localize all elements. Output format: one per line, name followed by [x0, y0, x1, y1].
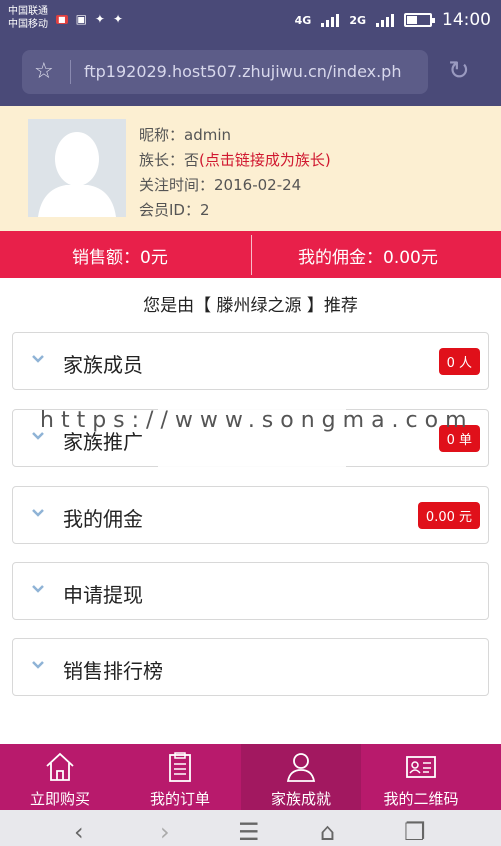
member-id: 2	[199, 201, 210, 219]
carrier-info: 中国联通 中国移动	[8, 5, 48, 31]
amount-badge: 0.00 元	[417, 502, 480, 529]
browser-toolbar: ☆ ftp192029.host507.zhujiwu.cn/index.ph …	[0, 42, 501, 106]
menu-item-sales-ranking[interactable]: 销售排行榜	[12, 638, 489, 696]
tab-label: 我的二维码	[383, 790, 459, 808]
status-bar: 中国联通 中国移动 ■ ▣ ✦ ✦ 4G 2G 14:00	[0, 0, 501, 42]
follow-label: 关注时间：	[139, 176, 215, 194]
network-2g-label: 2G	[349, 13, 366, 27]
leader-label: 族长：	[139, 151, 185, 169]
chevron-down-icon	[31, 580, 45, 594]
leader-row: 族长：否(点击链接成为族长)	[139, 148, 331, 173]
member-label: 会员ID：	[139, 201, 200, 219]
chevron-down-icon	[31, 656, 45, 670]
chevron-down-icon	[31, 350, 45, 364]
notification-icons: ■ ▣ ✦ ✦	[56, 12, 123, 26]
image-notification-icon: ▣	[75, 12, 87, 26]
tab-my-qrcode[interactable]: 我的二维码	[361, 744, 481, 810]
network-4g-label: 4G	[294, 13, 312, 27]
signal-icon	[321, 13, 340, 27]
url-text[interactable]: ftp192029.host507.zhujiwu.cn/index.ph	[84, 62, 424, 81]
address-divider	[70, 60, 71, 84]
menu-icon[interactable]: ☰	[238, 818, 260, 846]
watermark-text: https://www.songma.com	[40, 408, 474, 433]
app-notification-icon: ■	[56, 14, 68, 24]
user-icon	[286, 753, 316, 782]
stats-divider	[251, 235, 252, 275]
tab-label: 立即购买	[29, 790, 90, 808]
tab-family-achievement[interactable]: 家族成就	[241, 744, 361, 810]
browser-nav-bar: ‹ › ☰ ⌂ ❐	[0, 810, 501, 846]
signal-icon-2	[376, 13, 394, 27]
tab-my-orders[interactable]: 我的订单	[120, 744, 240, 810]
menu-item-my-commission[interactable]: 我的佣金 0.00 元	[12, 486, 489, 544]
home-nav-icon[interactable]: ⌂	[320, 818, 335, 846]
menu-label: 申请提现	[63, 583, 143, 607]
tab-label: 家族成就	[270, 790, 331, 808]
count-badge: 0 人	[438, 348, 480, 375]
tab-label: 我的订单	[149, 790, 210, 808]
bookmark-star-icon[interactable]: ☆	[34, 59, 54, 84]
menu-label: 家族成员	[63, 353, 143, 377]
carrier-2: 中国移动	[8, 19, 48, 30]
menu-label: 我的佣金	[63, 507, 143, 531]
follow-date: 2016-02-24	[214, 176, 302, 194]
back-icon[interactable]: ‹	[74, 818, 84, 846]
bird-notification-icon: ✦	[94, 12, 105, 26]
follow-row: 关注时间：2016-02-24	[139, 173, 331, 198]
reload-icon[interactable]: ↻	[448, 56, 470, 86]
forward-icon[interactable]: ›	[160, 818, 170, 846]
commission-amount: 我的佣金：0.00元	[298, 248, 438, 268]
member-row: 会员ID：2	[139, 198, 331, 223]
tab-buy-now[interactable]: 立即购买	[0, 744, 120, 810]
menu-item-withdraw[interactable]: 申请提现	[12, 562, 489, 620]
menu-item-family-members[interactable]: 家族成员 0 人	[12, 332, 489, 390]
nickname-label: 昵称：	[139, 126, 185, 144]
address-bar[interactable]: ☆ ftp192029.host507.zhujiwu.cn/index.ph	[22, 50, 428, 94]
nickname-row: 昵称：admin	[139, 123, 331, 148]
profile-info: 昵称：admin 族长：否(点击链接成为族长) 关注时间：2016-02-24 …	[139, 123, 331, 223]
bottom-tab-bar: 立即购买 我的订单 家族成就 我的二维码	[0, 744, 501, 810]
clock: 14:00	[442, 10, 491, 30]
sales-amount: 销售额：0元	[72, 248, 168, 268]
carrier-1: 中国联通	[8, 6, 48, 17]
bird-notification-icon-2: ✦	[112, 12, 124, 26]
default-avatar-icon	[28, 119, 126, 217]
chevron-down-icon	[31, 504, 45, 518]
nickname-value: admin	[184, 126, 232, 144]
profile-card: 昵称：admin 族长：否(点击链接成为族长) 关注时间：2016-02-24 …	[0, 106, 501, 231]
referral-text: 您是由【 滕州绿之源 】推荐	[143, 296, 358, 316]
id-card-icon	[406, 756, 436, 778]
tabs-icon[interactable]: ❐	[404, 818, 426, 846]
stats-bar: 销售额：0元 我的佣金：0.00元	[0, 231, 501, 278]
watermark-box	[158, 392, 346, 484]
avatar	[28, 119, 126, 217]
status-right: 4G 2G 14:00	[295, 10, 491, 30]
become-leader-link[interactable]: (点击链接成为族长)	[199, 151, 331, 169]
leader-value: 否	[184, 151, 200, 169]
clipboard-icon	[169, 752, 191, 782]
home-icon	[46, 752, 74, 781]
battery-icon	[404, 13, 435, 27]
menu-label: 销售排行榜	[63, 659, 163, 683]
